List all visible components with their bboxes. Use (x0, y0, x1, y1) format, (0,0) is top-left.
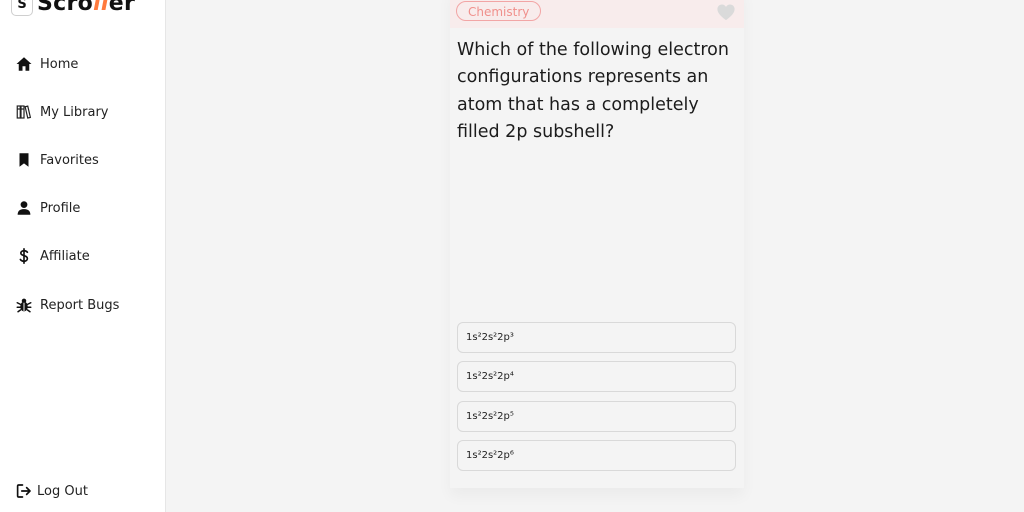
card-header: Chemistry (450, 0, 744, 28)
nav-item-label: Report Bugs (40, 297, 120, 313)
nav-item-label: Profile (40, 200, 81, 216)
logout-label: Log Out (37, 483, 88, 499)
dollar-icon (14, 246, 34, 266)
nav-item-affiliate[interactable]: Affiliate (14, 245, 90, 267)
heart-icon[interactable] (716, 3, 736, 25)
nav-item-favorites[interactable]: Favorites (14, 149, 99, 171)
answer-option[interactable]: 1s²2s²2p⁴ (457, 361, 736, 392)
logo-text-highlight: ll (93, 0, 109, 16)
subject-tag[interactable]: Chemistry (456, 1, 542, 21)
logo-text-end: er (108, 0, 136, 16)
logout-button[interactable]: Log Out (14, 480, 88, 502)
nav-item-label: Affiliate (40, 248, 90, 264)
question-text: Which of the following electron configur… (457, 40, 729, 142)
nav-item-report-bugs[interactable]: Report Bugs (14, 294, 119, 316)
sidebar: S Scroller Home My Library Favorites Pro… (0, 0, 166, 512)
logo-badge: S (11, 0, 33, 16)
logo-text-start: Scro (37, 0, 94, 16)
nav-item-profile[interactable]: Profile (14, 197, 80, 219)
logout-icon (14, 481, 34, 501)
nav-item-home[interactable]: Home (14, 53, 78, 75)
nav-item-my-library[interactable]: My Library (14, 101, 109, 123)
nav-item-label: Home (40, 56, 79, 72)
question-card: Chemistry Which of the following electro… (450, 0, 744, 488)
bookmark-icon (14, 150, 34, 170)
nav-item-label: My Library (40, 104, 109, 120)
user-icon (14, 198, 34, 218)
nav-item-label: Favorites (40, 152, 99, 168)
answer-option[interactable]: 1s²2s²2p³ (457, 322, 736, 353)
answer-option[interactable]: 1s²2s²2p⁶ (457, 440, 736, 471)
main-content: Chemistry Which of the following electro… (166, 0, 1024, 512)
library-icon (14, 102, 34, 122)
logo-text: Scroller (37, 0, 135, 16)
logo[interactable]: S Scroller (11, 0, 135, 16)
home-icon (14, 54, 34, 74)
answer-option[interactable]: 1s²2s²2p⁵ (457, 401, 736, 432)
bug-icon (14, 295, 34, 315)
